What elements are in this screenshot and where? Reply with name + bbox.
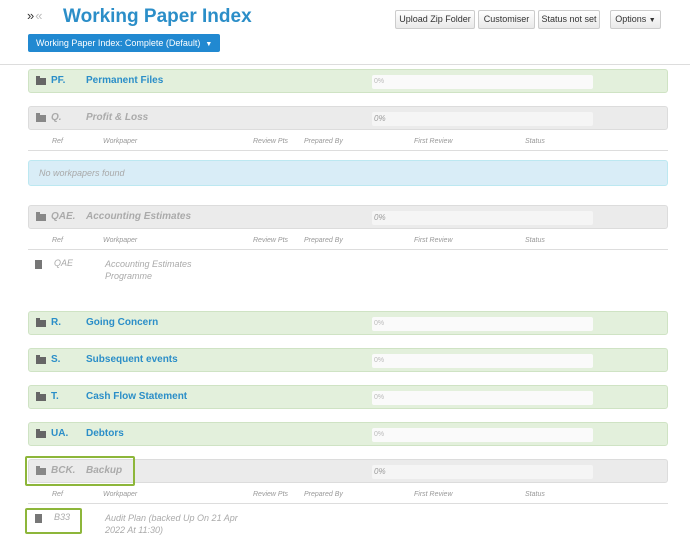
section-t[interactable]: T. Cash Flow Statement 0% (28, 385, 668, 409)
progress-bar: 0% (372, 211, 593, 225)
section-name[interactable]: Debtors (86, 428, 124, 439)
section-code: PF. (51, 75, 66, 86)
col-status: Status (525, 491, 545, 498)
col-workpaper: Workpaper (103, 138, 138, 145)
section-name[interactable]: Profit & Loss (86, 112, 148, 123)
col-workpaper: Workpaper (103, 237, 138, 244)
folder-icon (36, 76, 46, 85)
section-ua[interactable]: UA. Debtors 0% (28, 422, 668, 446)
file-icon (35, 260, 42, 269)
workpaper-name-line1: Accounting Estimates (105, 259, 192, 269)
progress-bar: 0% (372, 112, 593, 126)
col-workpaper: Workpaper (103, 491, 138, 498)
caret-down-icon: ▼ (205, 41, 213, 48)
upload-zip-folder-button[interactable]: Upload Zip Folder (395, 10, 475, 29)
col-ref: Ref (52, 491, 63, 498)
section-pf[interactable]: PF. Permanent Files 0% (28, 69, 668, 93)
col-prepared-by: Prepared By (304, 138, 343, 145)
col-first-review: First Review (414, 491, 453, 498)
col-review-pts: Review Pts (253, 138, 289, 145)
workpaper-name-line2: Programme (105, 271, 153, 281)
section-code: R. (51, 317, 61, 328)
section-code: UA. (51, 428, 69, 439)
workpaper-name[interactable]: Accounting Estimates Programme (105, 258, 265, 282)
col-prepared-by: Prepared By (304, 237, 343, 244)
section-name[interactable]: Permanent Files (86, 75, 163, 86)
col-first-review: First Review (414, 237, 453, 244)
status-button[interactable]: Status not set (538, 10, 600, 29)
section-code: Q. (51, 112, 62, 123)
col-status: Status (525, 237, 545, 244)
header-divider (0, 64, 690, 65)
col-status: Status (525, 138, 545, 145)
page-title: Working Paper Index (63, 6, 252, 27)
col-ref: Ref (52, 138, 63, 145)
folder-icon (36, 429, 46, 438)
workpaper-name-line1: Audit Plan (backed Up On 21 Apr (105, 513, 238, 523)
section-name[interactable]: Going Concern (86, 317, 158, 328)
customiser-button[interactable]: Customiser (478, 10, 535, 29)
section-code: S. (51, 354, 61, 365)
folder-icon (36, 318, 46, 327)
col-first-review: First Review (414, 138, 453, 145)
col-review-pts: Review Pts (253, 237, 289, 244)
progress-bar: 0% (372, 428, 593, 442)
progress-bar: 0% (372, 465, 593, 479)
progress-bar: 0% (372, 75, 593, 89)
options-label: Options (615, 14, 647, 24)
column-header: Ref Workpaper Review Pts Prepared By Fir… (28, 490, 668, 504)
col-review-pts: Review Pts (253, 491, 289, 498)
progress-bar: 0% (372, 391, 593, 405)
no-workpapers-message: No workpapers found (28, 160, 668, 186)
folder-icon (36, 355, 46, 364)
progress-bar: 0% (372, 317, 593, 331)
col-ref: Ref (52, 237, 63, 244)
workpaper-name[interactable]: Audit Plan (backed Up On 21 Apr 2022 At … (105, 512, 265, 536)
section-s[interactable]: S. Subsequent events 0% (28, 348, 668, 372)
column-header: Ref Workpaper Review Pts Prepared By Fir… (28, 137, 668, 151)
folder-icon (36, 212, 46, 221)
section-qae[interactable]: QAE. Accounting Estimates 0% (28, 205, 668, 229)
progress-bar: 0% (372, 354, 593, 368)
highlight-box (25, 456, 135, 486)
folder-icon (36, 113, 46, 122)
folder-icon (36, 392, 46, 401)
caret-down-icon: ▼ (648, 17, 656, 24)
chevron-double-up-icon[interactable]: « (35, 8, 42, 23)
index-dropdown-label: Working Paper Index: Complete (Default) (36, 38, 201, 48)
section-name[interactable]: Cash Flow Statement (86, 391, 187, 402)
col-prepared-by: Prepared By (304, 491, 343, 498)
workpaper-ref: QAE (54, 258, 74, 268)
section-name[interactable]: Accounting Estimates (86, 211, 191, 222)
workpaper-name-line2: 2022 At 11:30) (105, 525, 164, 535)
options-button[interactable]: Options ▼ (610, 10, 661, 29)
column-header: Ref Workpaper Review Pts Prepared By Fir… (28, 236, 668, 250)
section-code: T. (51, 391, 59, 402)
index-dropdown[interactable]: Working Paper Index: Complete (Default) ▼ (28, 34, 221, 52)
section-q[interactable]: Q. Profit & Loss 0% (28, 106, 668, 130)
section-r[interactable]: R. Going Concern 0% (28, 311, 668, 335)
chevron-double-down-icon[interactable]: » (27, 8, 34, 23)
highlight-box (25, 508, 82, 534)
toggle-icons: » « (27, 8, 43, 23)
section-code: QAE. (51, 211, 76, 222)
section-name[interactable]: Subsequent events (86, 354, 178, 365)
page-header: » « Working Paper Index Working Paper Ind… (0, 0, 690, 66)
